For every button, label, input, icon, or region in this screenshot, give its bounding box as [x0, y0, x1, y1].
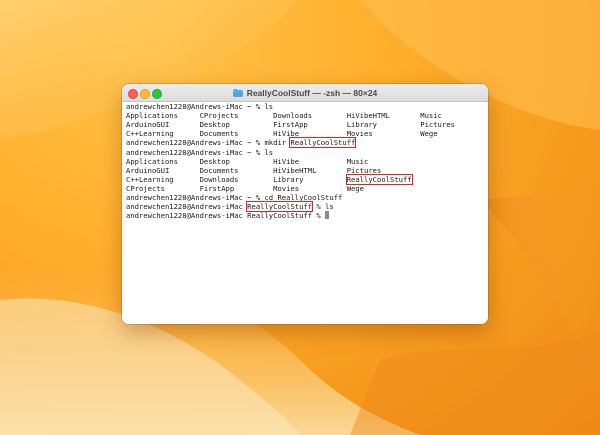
- terminal-output[interactable]: andrewchen1228@Andrews-iMac ~ % ls Applic…: [122, 102, 488, 324]
- terminal-text: Applications CProjects Downloads HiVibeH…: [126, 111, 442, 121]
- terminal-text: % ls: [312, 202, 334, 212]
- terminal-text: Applications Desktop HiVibe Music: [126, 156, 369, 166]
- highlighted-folder-name: ReallyCoolStuff: [345, 173, 413, 185]
- terminal-text: ArduinoGUI Documents HiVibeHTML Pictures: [126, 165, 382, 175]
- window-title: ReallyCoolStuff — -zsh — 80×24: [246, 87, 378, 98]
- terminal-line: C++Learning Documents HiVibe Movies Wege: [126, 129, 438, 138]
- terminal-text: andrewchen1228@Andrews-iMac: [126, 202, 248, 212]
- window-title-area: ReallyCoolStuff — -zsh — 80×24: [122, 84, 488, 101]
- terminal-line: Applications CProjects Downloads HiVibeH…: [126, 111, 442, 120]
- terminal-text: andrewchen1228@Andrews-iMac ~ % cd Reall…: [126, 193, 343, 202]
- terminal-text: andrewchen1228@Andrews-iMac ~ % ls: [126, 102, 274, 111]
- terminal-window[interactable]: ReallyCoolStuff — -zsh — 80×24 andrewche…: [122, 84, 488, 324]
- terminal-line: andrewchen1228@Andrews-iMac ReallyCoolSt…: [126, 211, 330, 221]
- window-titlebar[interactable]: ReallyCoolStuff — -zsh — 80×24: [122, 84, 488, 102]
- terminal-line: ArduinoGUI Documents HiVibeHTML Pictures: [126, 166, 381, 175]
- highlighted-folder-name: ReallyCoolStuff: [246, 201, 314, 213]
- terminal-line: andrewchen1228@Andrews-iMac ~ % mkdir Re…: [126, 137, 357, 149]
- highlighted-folder-name: ReallyCoolStuff: [289, 137, 357, 149]
- terminal-line: C++Learning Downloads Library ReallyCool…: [126, 173, 413, 185]
- terminal-line: andrewchen1228@Andrews-iMac ~ % cd Reall…: [126, 193, 342, 202]
- terminal-line: CProjects FirstApp Movies Wege: [126, 184, 364, 193]
- terminal-line: andrewchen1228@Andrews-iMac ~ % ls: [126, 102, 273, 111]
- terminal-text: andrewchen1228@Andrews-iMac ~ % ls: [126, 147, 274, 157]
- terminal-line: Applications Desktop HiVibe Music: [126, 157, 368, 166]
- terminal-text: CProjects FirstApp Movies Wege: [126, 183, 364, 193]
- terminal-text: C++Learning Downloads Library: [126, 174, 347, 184]
- terminal-text: C++Learning Documents HiVibe Movies Wege: [126, 129, 438, 139]
- desktop-wallpaper: ReallyCoolStuff — -zsh — 80×24 andrewche…: [0, 0, 600, 435]
- folder-icon: [232, 88, 243, 97]
- terminal-text: ArduinoGUI Desktop FirstApp Library Pict…: [126, 120, 455, 130]
- terminal-text: andrewchen1228@Andrews-iMac ReallyCoolSt…: [126, 211, 326, 221]
- terminal-line: andrewchen1228@Andrews-iMac ReallyCoolSt…: [126, 201, 334, 213]
- terminal-cursor: [325, 211, 330, 220]
- terminal-text: andrewchen1228@Andrews-iMac ~ % mkdir: [126, 138, 291, 148]
- terminal-line: andrewchen1228@Andrews-iMac ~ % ls: [126, 148, 273, 157]
- terminal-line: ArduinoGUI Desktop FirstApp Library Pict…: [126, 120, 455, 129]
